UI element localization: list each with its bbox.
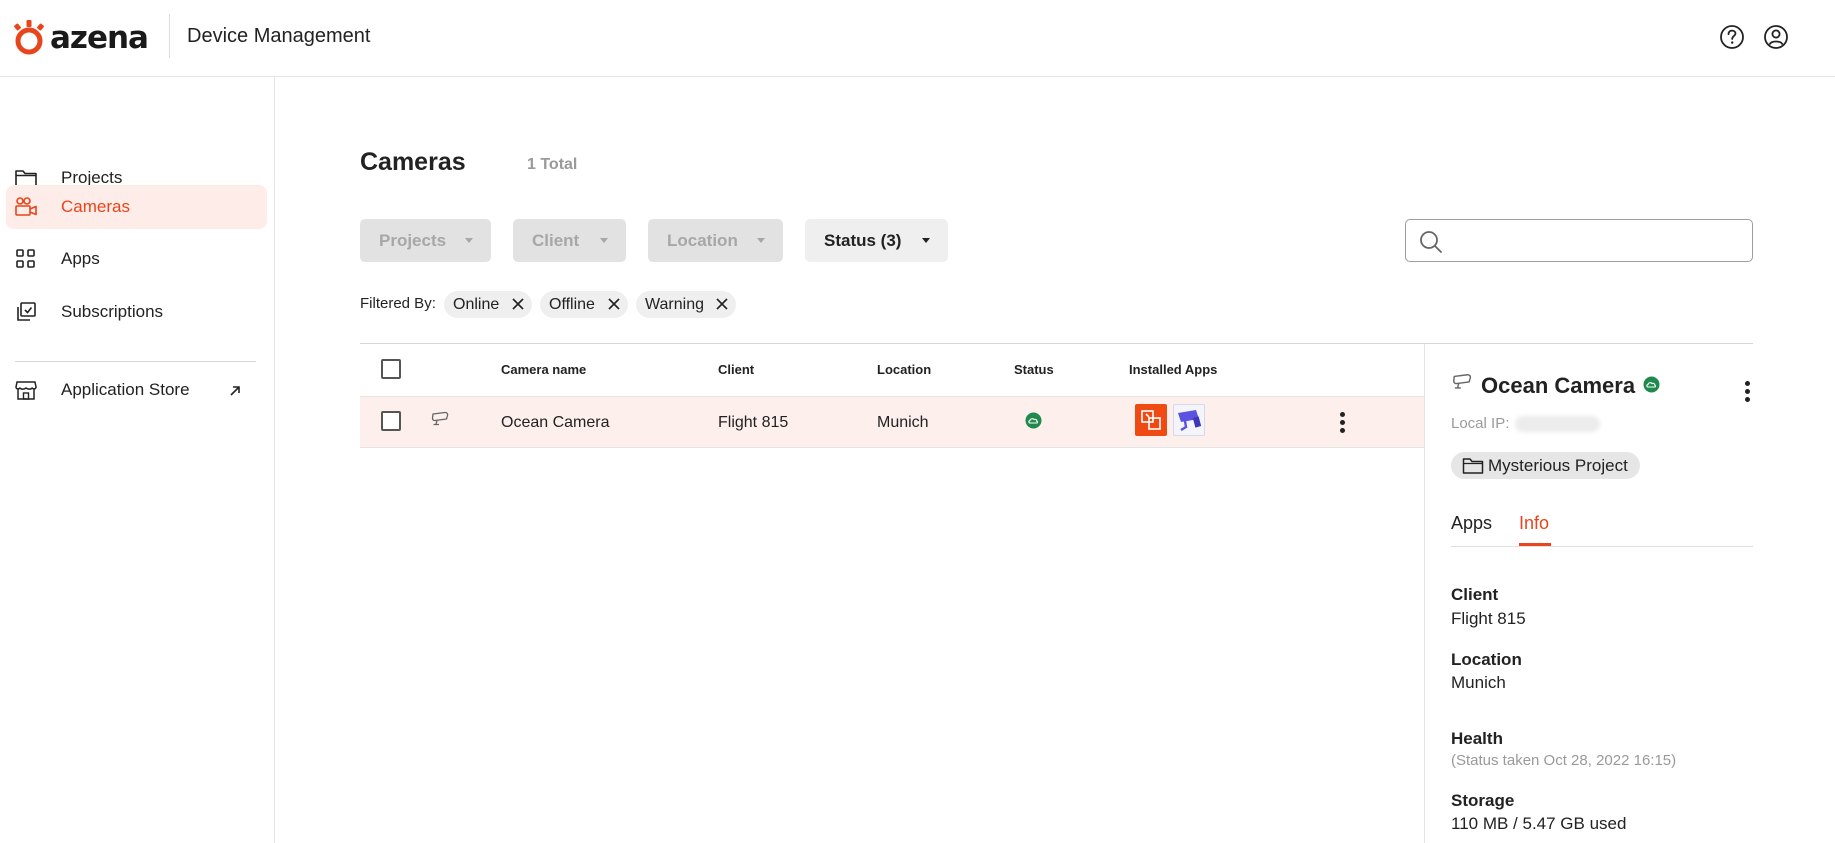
- project-chip-label: Mysterious Project: [1488, 455, 1628, 475]
- select-all-checkbox[interactable]: [381, 359, 401, 379]
- status-filter-dropdown[interactable]: Status (3): [805, 219, 948, 262]
- active-tab-indicator: [1519, 543, 1551, 546]
- sidebar-item-apps[interactable]: Apps: [6, 237, 267, 281]
- orange-app-icon[interactable]: [1135, 404, 1167, 436]
- detail-camera-name: Ocean Camera: [1481, 373, 1636, 398]
- filter-chip-warning[interactable]: Warning: [636, 291, 736, 318]
- online-status-icon: [1025, 412, 1042, 429]
- chip-label: Offline: [549, 295, 595, 313]
- caret-down-icon: [922, 238, 930, 243]
- camera-icon: [15, 197, 37, 216]
- chip-label: Warning: [645, 295, 704, 313]
- projects-filter-dropdown[interactable]: Projects: [360, 219, 491, 262]
- column-header-camera-name[interactable]: Camera name: [501, 362, 586, 377]
- page-title: Cameras: [360, 148, 466, 176]
- app-glyph-icon: [1141, 410, 1161, 430]
- info-storage-label: Storage: [1451, 791, 1515, 810]
- tab-apps[interactable]: Apps: [1451, 513, 1492, 534]
- online-status-icon: [1643, 376, 1660, 393]
- sidebar-item-subscriptions[interactable]: Subscriptions: [6, 290, 267, 334]
- store-icon: [15, 381, 37, 400]
- close-icon[interactable]: [716, 298, 728, 310]
- filter-label: Location: [667, 230, 738, 250]
- info-client-label: Client: [1451, 585, 1499, 604]
- project-chip[interactable]: Mysterious Project: [1451, 452, 1640, 479]
- info-location-label: Location: [1451, 650, 1522, 669]
- total-count: 1 Total: [527, 156, 578, 173]
- client-cell: Flight 815: [718, 414, 789, 431]
- sidebar: Projects Cameras Apps Subscriptions Appl…: [0, 77, 275, 843]
- filter-chip-online[interactable]: Online: [444, 291, 532, 318]
- column-header-location[interactable]: Location: [877, 362, 931, 377]
- sidebar-item-cameras[interactable]: Cameras: [6, 185, 267, 229]
- camera-name-cell[interactable]: Ocean Camera: [501, 414, 610, 432]
- sidebar-item-application-store[interactable]: Application Store: [6, 368, 267, 412]
- top-header: azena Device Management: [0, 0, 1835, 77]
- caret-down-icon: [757, 238, 765, 243]
- chip-label: Online: [453, 295, 500, 313]
- row-checkbox[interactable]: [381, 411, 401, 431]
- caret-down-icon: [465, 238, 473, 243]
- local-ip-value-redacted: [1515, 416, 1600, 432]
- azena-logo-icon: [14, 20, 44, 55]
- client-filter-dropdown[interactable]: Client: [513, 219, 626, 262]
- table-row-divider: [360, 447, 1425, 448]
- header-divider: [169, 14, 170, 58]
- detail-more-menu-icon[interactable]: [1745, 381, 1751, 405]
- user-circle-icon[interactable]: [1763, 24, 1789, 50]
- info-client-value: Flight 815: [1451, 609, 1526, 628]
- table-top-divider: [360, 343, 1753, 344]
- subscriptions-icon: [17, 302, 36, 321]
- purple-camera-app-icon[interactable]: [1173, 404, 1205, 436]
- external-arrow-icon: [230, 386, 240, 396]
- location-filter-dropdown[interactable]: Location: [648, 219, 783, 262]
- tabs-divider: [1451, 546, 1753, 547]
- search-icon: [1420, 231, 1442, 253]
- column-header-status[interactable]: Status: [1014, 362, 1054, 377]
- row-more-menu-icon[interactable]: [1340, 412, 1346, 436]
- sidebar-item-label: Application Store: [61, 380, 190, 399]
- close-icon[interactable]: [608, 298, 620, 310]
- detail-panel-divider: [1424, 344, 1425, 843]
- grid-icon: [16, 249, 35, 268]
- filtered-by-label: Filtered By:: [360, 295, 436, 312]
- filter-label: Status (3): [824, 230, 902, 250]
- search-input[interactable]: [1452, 226, 1742, 256]
- column-header-installed-apps: Installed Apps: [1129, 362, 1218, 377]
- brand-logo[interactable]: azena: [12, 18, 149, 58]
- sidebar-item-label: Subscriptions: [61, 302, 164, 321]
- help-circle-icon[interactable]: [1719, 24, 1745, 50]
- folder-icon: [1462, 458, 1484, 474]
- local-ip-label: Local IP:: [1451, 415, 1510, 432]
- info-storage-value: 110 MB / 5.47 GB used: [1451, 814, 1627, 833]
- close-icon[interactable]: [512, 298, 524, 310]
- info-health-label: Health: [1451, 729, 1503, 748]
- info-location-value: Munich: [1451, 673, 1506, 692]
- info-health-timestamp: (Status taken Oct 28, 2022 16:15): [1451, 752, 1677, 769]
- sidebar-item-label: Apps: [61, 249, 100, 268]
- sidebar-item-label: Cameras: [61, 197, 130, 216]
- search-field[interactable]: [1405, 219, 1753, 262]
- sidebar-divider: [15, 361, 256, 362]
- app-glyph-icon: [1178, 410, 1202, 432]
- filter-label: Client: [532, 230, 580, 250]
- filter-label: Projects: [379, 230, 447, 250]
- camera-device-icon: [431, 411, 449, 426]
- column-header-client[interactable]: Client: [718, 362, 754, 377]
- location-cell: Munich: [877, 414, 929, 431]
- brand-name: azena: [50, 20, 149, 56]
- camera-device-icon: [1453, 374, 1472, 389]
- app-title: Device Management: [187, 25, 371, 47]
- tab-info[interactable]: Info: [1519, 513, 1549, 534]
- caret-down-icon: [600, 238, 608, 243]
- filter-chip-offline[interactable]: Offline: [540, 291, 628, 318]
